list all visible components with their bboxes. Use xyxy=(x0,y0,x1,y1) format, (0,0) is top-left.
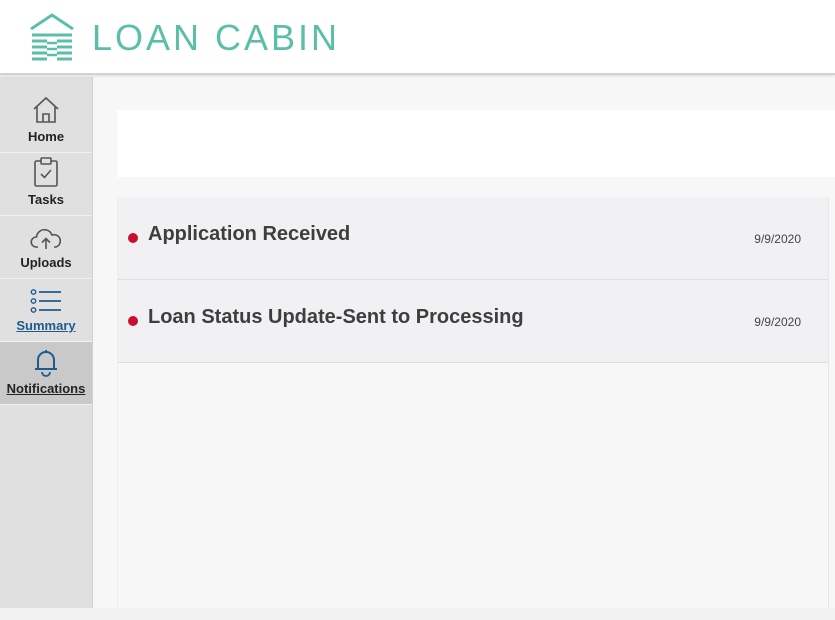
notification-title: Loan Status Update-Sent to Processing xyxy=(148,306,524,328)
notification-date: 9/9/2020 xyxy=(754,315,801,329)
notification-date: 9/9/2020 xyxy=(754,232,801,246)
sidebar-item-label: Notifications xyxy=(6,381,86,396)
sidebar-item-tasks[interactable]: Tasks xyxy=(0,153,92,216)
cabin-logo-icon xyxy=(30,13,74,61)
brand-logo[interactable]: LOAN CABIN xyxy=(28,12,340,62)
notification-item[interactable]: Loan Status Update-Sent to Processing 9/… xyxy=(118,280,828,363)
cloud-upload-icon xyxy=(30,228,62,249)
footer-strip xyxy=(0,608,835,620)
list-icon xyxy=(30,289,61,313)
header-panel xyxy=(117,110,835,177)
clipboard-check-icon xyxy=(34,157,58,187)
notification-list: Application Received 9/9/2020 Loan Statu… xyxy=(117,197,829,608)
home-icon xyxy=(33,96,59,123)
sidebar-item-uploads[interactable]: Uploads xyxy=(0,216,92,279)
unread-indicator xyxy=(128,233,138,243)
notification-item[interactable]: Application Received 9/9/2020 xyxy=(118,197,828,280)
unread-indicator xyxy=(128,316,138,326)
notification-title: Application Received xyxy=(148,223,351,245)
bell-icon xyxy=(35,350,57,377)
main-content: Application Received 9/9/2020 Loan Statu… xyxy=(93,77,835,608)
sidebar-item-summary[interactable]: Summary xyxy=(0,279,92,342)
sidebar-item-notifications[interactable]: Notifications xyxy=(0,342,92,405)
sidebar-item-home[interactable]: Home xyxy=(0,77,92,153)
sidebar-nav: Home Tasks Uploads Summary Notifications xyxy=(0,77,93,608)
app-header: LOAN CABIN xyxy=(0,0,835,75)
brand-name: LOAN CABIN xyxy=(92,17,341,58)
sidebar-item-label: Summary xyxy=(16,318,76,333)
sidebar-item-label: Home xyxy=(27,129,65,144)
sidebar-item-label: Tasks xyxy=(28,192,64,207)
sidebar-item-label: Uploads xyxy=(20,255,72,270)
